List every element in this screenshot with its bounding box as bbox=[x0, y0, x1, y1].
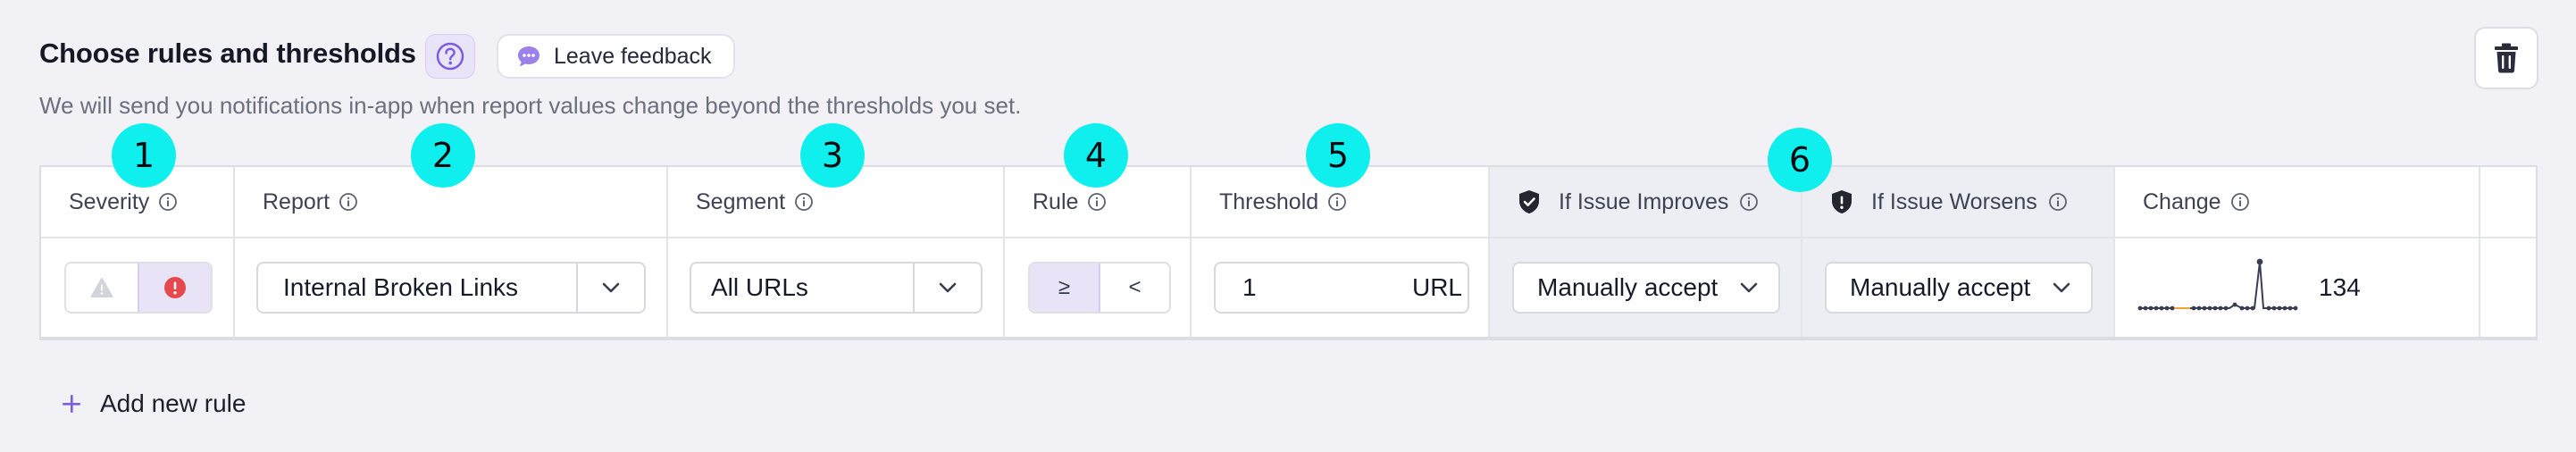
report-select-value: Internal Broken Links bbox=[283, 273, 519, 301]
actions-header bbox=[2480, 167, 2536, 239]
severity-column: Severity bbox=[41, 167, 235, 337]
info-icon[interactable] bbox=[2048, 192, 2068, 212]
chat-bubble-icon bbox=[518, 46, 539, 67]
report-column: Report Internal Broken Links bbox=[235, 167, 668, 337]
change-cell: 134 bbox=[2115, 239, 2479, 337]
worsens-header-label: If Issue Worsens bbox=[1871, 188, 2037, 214]
segment-select-value: All URLs bbox=[711, 273, 808, 301]
report-header-label: Report bbox=[263, 188, 330, 214]
step-marker-2: 2 bbox=[411, 123, 475, 188]
rule-header-label: Rule bbox=[1033, 188, 1079, 214]
threshold-unit: URL bbox=[1411, 273, 1462, 301]
threshold-input[interactable]: 1 URL bbox=[1214, 262, 1469, 314]
improves-select[interactable]: Manually accept bbox=[1512, 262, 1780, 314]
threshold-header-label: Threshold bbox=[1219, 188, 1319, 214]
shield-check-icon bbox=[1519, 190, 1539, 213]
worsens-header: If Issue Worsens bbox=[1802, 167, 2113, 239]
warning-icon bbox=[90, 278, 113, 297]
info-icon[interactable] bbox=[1327, 192, 1347, 212]
rule-toggle[interactable]: ≥ < bbox=[1028, 262, 1171, 314]
step-marker-4: 4 bbox=[1064, 123, 1128, 188]
threshold-cell: 1 URL bbox=[1192, 239, 1488, 337]
severity-warning-option[interactable] bbox=[66, 264, 138, 312]
sparkline bbox=[2137, 258, 2298, 311]
chevron-down-icon bbox=[2053, 282, 2070, 293]
rule-cell: ≥ < bbox=[1005, 239, 1190, 337]
change-header: Change bbox=[2115, 167, 2479, 239]
severity-cell bbox=[41, 239, 233, 337]
info-icon[interactable] bbox=[1087, 192, 1107, 212]
report-dropdown-toggle[interactable] bbox=[576, 264, 644, 312]
rule-lt-option[interactable]: < bbox=[1100, 264, 1169, 312]
report-select[interactable]: Internal Broken Links bbox=[256, 262, 646, 314]
info-icon[interactable] bbox=[2230, 192, 2250, 212]
improves-select-value: Manually accept bbox=[1537, 273, 1719, 301]
change-header-label: Change bbox=[2143, 188, 2221, 214]
chevron-down-icon bbox=[602, 282, 620, 293]
improves-cell: Manually accept bbox=[1490, 239, 1801, 337]
improves-header-label: If Issue Improves bbox=[1559, 188, 1729, 214]
segment-column: Segment All URLs bbox=[668, 167, 1005, 337]
chevron-down-icon bbox=[1740, 282, 1758, 293]
report-cell: Internal Broken Links bbox=[235, 239, 666, 337]
improves-column: If Issue Improves Manually accept bbox=[1490, 167, 1802, 337]
rule-gte-option[interactable]: ≥ bbox=[1030, 264, 1100, 312]
page-title: Choose rules and thresholds bbox=[39, 38, 416, 69]
step-marker-3: 3 bbox=[800, 123, 865, 188]
info-icon[interactable] bbox=[794, 192, 814, 212]
worsens-column: If Issue Worsens Manually accept bbox=[1802, 167, 2115, 337]
error-icon bbox=[164, 277, 186, 298]
segment-select[interactable]: All URLs bbox=[690, 262, 983, 314]
add-new-rule-button[interactable]: Add new rule bbox=[61, 389, 246, 418]
threshold-column: Threshold 1 URL bbox=[1192, 167, 1490, 337]
segment-dropdown-toggle[interactable] bbox=[913, 264, 981, 312]
help-button[interactable] bbox=[425, 34, 475, 79]
info-icon[interactable] bbox=[1739, 192, 1759, 212]
shield-alert-icon bbox=[1832, 190, 1852, 213]
plus-icon bbox=[63, 395, 80, 413]
actions-column bbox=[2480, 167, 2536, 337]
trash-icon bbox=[2495, 43, 2518, 73]
worsens-cell: Manually accept bbox=[1802, 239, 2113, 337]
change-value: 134 bbox=[2319, 273, 2361, 301]
worsens-select-value: Manually accept bbox=[1850, 273, 2031, 301]
threshold-value: 1 bbox=[1242, 273, 1257, 301]
info-icon[interactable] bbox=[158, 192, 178, 212]
severity-toggle[interactable] bbox=[64, 262, 213, 314]
step-marker-1: 1 bbox=[112, 123, 176, 188]
step-marker-6: 6 bbox=[1768, 128, 1832, 192]
add-new-rule-label: Add new rule bbox=[100, 389, 247, 417]
delete-button[interactable] bbox=[2474, 27, 2538, 89]
severity-critical-option[interactable] bbox=[138, 264, 211, 312]
severity-header-label: Severity bbox=[69, 188, 150, 214]
worsens-select[interactable]: Manually accept bbox=[1825, 262, 2093, 314]
chevron-down-icon bbox=[939, 282, 957, 293]
improves-header: If Issue Improves bbox=[1490, 167, 1801, 239]
segment-header-label: Segment bbox=[696, 188, 786, 214]
question-icon bbox=[436, 42, 464, 71]
step-marker-5: 5 bbox=[1306, 123, 1370, 188]
page-subtitle: We will send you notifications in-app wh… bbox=[39, 92, 1022, 119]
leave-feedback-button[interactable]: Leave feedback bbox=[497, 34, 735, 79]
change-column: Change 134 bbox=[2115, 167, 2480, 337]
segment-cell: All URLs bbox=[668, 239, 1003, 337]
rules-table: Severity Report Internal Broken Links Se… bbox=[39, 165, 2538, 340]
info-icon[interactable] bbox=[339, 192, 358, 212]
leave-feedback-label: Leave feedback bbox=[554, 43, 712, 69]
rule-column: Rule ≥ < bbox=[1005, 167, 1192, 337]
